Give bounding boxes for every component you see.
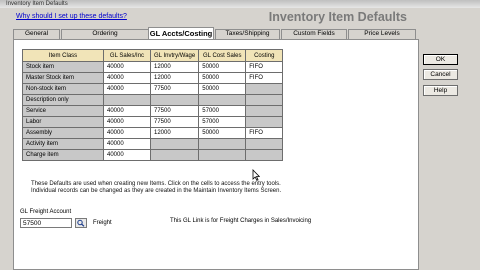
tab-ordering[interactable]: Ordering bbox=[61, 29, 149, 39]
costing-cell bbox=[245, 138, 284, 150]
costing-cell bbox=[245, 149, 284, 161]
gl-sales-cell[interactable]: 40000 bbox=[103, 127, 151, 139]
table-row: Master Stock item 40000 12000 50000 FIFO bbox=[22, 72, 284, 84]
costing-cell bbox=[245, 116, 284, 128]
grid-header-row: Item Class GL Sales/Inc GL Invtry/Wage G… bbox=[22, 49, 284, 62]
gl-sales-cell[interactable]: 40000 bbox=[103, 116, 151, 128]
freight-account-note: This GL Link is for Freight Charges in S… bbox=[170, 218, 312, 224]
tab-price-levels[interactable]: Price Levels bbox=[348, 29, 416, 39]
table-row: Labor 40000 77500 57000 bbox=[22, 116, 284, 128]
gl-cost-sales-cell bbox=[198, 138, 247, 150]
gl-invtry-cell[interactable]: 77500 bbox=[149, 83, 200, 95]
table-row: Assembly 40000 12000 50000 FIFO bbox=[22, 127, 284, 139]
gl-sales-cell[interactable]: 40000 bbox=[103, 105, 151, 117]
item-class-cell: Master Stock item bbox=[22, 72, 104, 84]
item-class-cell: Stock item bbox=[22, 61, 104, 73]
item-class-cell: Non-stock item bbox=[22, 83, 104, 95]
costing-cell bbox=[245, 94, 284, 106]
ok-button[interactable]: OK bbox=[423, 54, 458, 65]
table-row: Description only bbox=[22, 94, 284, 106]
gl-sales-cell[interactable]: 40000 bbox=[103, 83, 151, 95]
col-costing: Costing bbox=[245, 49, 284, 62]
col-item-class: Item Class bbox=[22, 49, 104, 62]
col-gl-sales: GL Sales/Inc bbox=[103, 49, 151, 62]
gl-cost-sales-cell[interactable]: 50000 bbox=[198, 83, 247, 95]
gl-cost-sales-cell[interactable]: 57000 bbox=[198, 116, 247, 128]
magnifier-icon bbox=[77, 219, 85, 227]
table-row: Activity item 40000 bbox=[22, 138, 284, 150]
gl-cost-sales-cell bbox=[198, 149, 247, 161]
gl-invtry-cell bbox=[149, 94, 200, 106]
freight-account-input[interactable]: 57500 bbox=[20, 218, 72, 228]
mouse-cursor-icon bbox=[252, 169, 260, 181]
help-button[interactable]: Help bbox=[423, 85, 458, 96]
gl-invtry-cell bbox=[149, 149, 200, 161]
table-row: Stock item 40000 12000 50000 FIFO bbox=[22, 61, 284, 73]
tab-custom-fields[interactable]: Custom Fields bbox=[281, 29, 347, 39]
gl-invtry-cell[interactable]: 12000 bbox=[149, 61, 200, 73]
table-row: Charge item 40000 bbox=[22, 149, 284, 161]
gl-sales-cell[interactable]: 40000 bbox=[103, 149, 151, 161]
item-class-cell: Service bbox=[22, 105, 104, 117]
defaults-note: These Defaults are used when creating ne… bbox=[31, 181, 282, 194]
costing-cell bbox=[245, 83, 284, 95]
item-class-cell: Labor bbox=[22, 116, 104, 128]
window-titlebar: Inventory Item Defaults bbox=[0, 0, 480, 8]
gl-invtry-cell[interactable]: 77500 bbox=[149, 105, 200, 117]
tab-strip: General Ordering GL Accts/Costing Taxes/… bbox=[13, 27, 419, 39]
col-gl-cost-sales: GL Cost Sales bbox=[198, 49, 247, 62]
tab-gl-accts-costing[interactable]: GL Accts/Costing bbox=[148, 27, 214, 39]
freight-account-name: Freight bbox=[93, 220, 112, 226]
gl-invtry-cell bbox=[149, 138, 200, 150]
gl-invtry-cell[interactable]: 12000 bbox=[149, 72, 200, 84]
dialog-window: Why should I set up these defaults? Inve… bbox=[0, 8, 480, 270]
item-class-cell: Charge item bbox=[22, 149, 104, 161]
col-gl-invtry: GL Invtry/Wage bbox=[149, 49, 200, 62]
lookup-button[interactable] bbox=[75, 218, 87, 228]
tab-general[interactable]: General bbox=[13, 29, 60, 39]
gl-cost-sales-cell[interactable]: 50000 bbox=[198, 72, 247, 84]
table-row: Non-stock item 40000 77500 50000 bbox=[22, 83, 284, 95]
costing-cell[interactable]: FIFO bbox=[245, 127, 284, 139]
gl-cost-sales-cell bbox=[198, 94, 247, 106]
item-class-cell: Description only bbox=[22, 94, 104, 106]
gl-sales-cell[interactable]: 40000 bbox=[103, 61, 151, 73]
defaults-grid: Item Class GL Sales/Inc GL Invtry/Wage G… bbox=[22, 49, 284, 161]
gl-sales-cell[interactable]: 40000 bbox=[103, 138, 151, 150]
freight-account-label: GL Freight Account bbox=[20, 209, 72, 215]
costing-cell[interactable]: FIFO bbox=[245, 61, 284, 73]
gl-invtry-cell[interactable]: 77500 bbox=[149, 116, 200, 128]
table-row: Service 40000 77500 57000 bbox=[22, 105, 284, 117]
tab-taxes-shipping[interactable]: Taxes/Shipping bbox=[215, 29, 280, 39]
cancel-button[interactable]: Cancel bbox=[423, 69, 458, 80]
gl-cost-sales-cell[interactable]: 57000 bbox=[198, 105, 247, 117]
help-link[interactable]: Why should I set up these defaults? bbox=[16, 13, 127, 20]
gl-sales-cell[interactable]: 40000 bbox=[103, 72, 151, 84]
gl-invtry-cell[interactable]: 12000 bbox=[149, 127, 200, 139]
gl-cost-sales-cell[interactable]: 50000 bbox=[198, 127, 247, 139]
item-class-cell: Assembly bbox=[22, 127, 104, 139]
gl-accts-panel: Item Class GL Sales/Inc GL Invtry/Wage G… bbox=[13, 39, 419, 270]
dialog-title: Inventory Item Defaults bbox=[268, 10, 407, 24]
gl-sales-cell bbox=[103, 94, 151, 106]
costing-cell[interactable]: FIFO bbox=[245, 72, 284, 84]
item-class-cell: Activity item bbox=[22, 138, 104, 150]
costing-cell bbox=[245, 105, 284, 117]
gl-cost-sales-cell[interactable]: 50000 bbox=[198, 61, 247, 73]
